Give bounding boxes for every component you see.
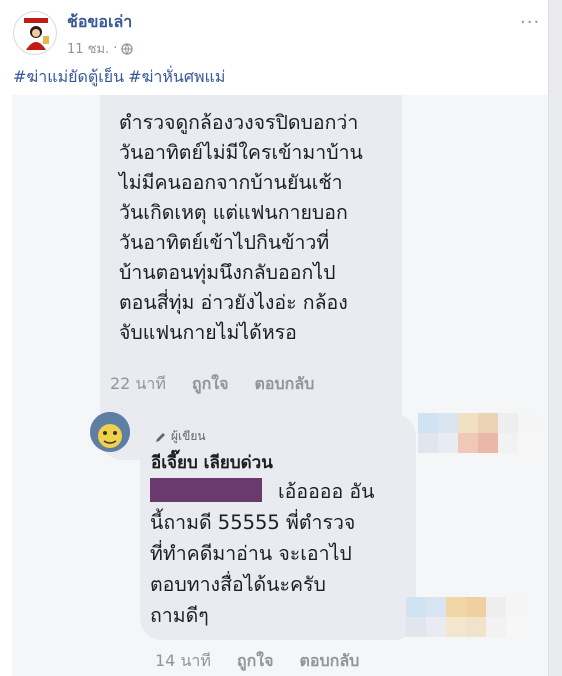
hashtags: #ฆ่าแม่ยัดตู้เย็น #ฆ่าหั่นศพแม่ — [13, 65, 229, 90]
comment-line: วันเกิดเหตุ แต่แฟนกายบอก — [119, 201, 348, 224]
reply-line: เอ้ออออ อัน — [278, 480, 375, 503]
page-name[interactable]: ช้อขอเล่า — [67, 10, 132, 35]
comment-line: ตอนสี่ทุ่ม อ่าวยังไงอ่ะ กล้อง — [119, 291, 348, 314]
reply-author[interactable]: อีเจี๊ยบ เลียบด่วน — [151, 449, 273, 476]
blurred-reactions — [418, 413, 538, 453]
reply-line: นี้ถามดี 55555 พี่ตำรวจ — [150, 511, 356, 534]
comment-screenshot: ตำรวจดูกล้องวงจรปิดบอกว่า วันอาทิตย์ไม่ม… — [12, 95, 548, 676]
author-badge-label: ผู้เขียน — [171, 429, 206, 443]
post-meta: 11 ชม. · — [67, 38, 133, 59]
author-badge: ผู้เขียน — [155, 427, 206, 446]
reply-line: ถามดีๆ — [150, 604, 209, 627]
comment-actions: 22 นาที ถูกใจ ตอบกลับ — [110, 372, 314, 397]
page-logo — [24, 18, 49, 50]
post-time[interactable]: 11 ชม. — [67, 38, 109, 59]
comment-line: วันอาทิตย์เข้าไปกินข้าวที่ — [119, 231, 330, 254]
hashtag[interactable]: #ฆ่าแม่ยัดตู้เย็น — [13, 67, 124, 86]
comment-line: จับแฟนกายไม่ได้หรอ — [119, 321, 297, 344]
blurred-reactions — [406, 597, 531, 637]
reply-avatar[interactable] — [90, 412, 130, 452]
post-card: ช้อขอเล่า 11 ชม. · ··· #ฆ่าแม่ยัดตู้เย็น… — [0, 0, 549, 676]
comment-line: ตำรวจดูกล้องวงจรปิดบอกว่า — [119, 111, 359, 134]
comment-line: ไม่มีคนออกจากบ้านยันเช้า — [119, 171, 343, 194]
avatar — [90, 412, 130, 452]
reply-line: ตอบทางสื่อได้นะครับ — [150, 573, 326, 596]
comment-line: บ้านตอนทุ่มนึงกลับออกไป — [119, 261, 336, 284]
reply-time[interactable]: 14 นาที — [155, 649, 211, 674]
comment-text: ตำรวจดูกล้องวงจรปิดบอกว่า วันอาทิตย์ไม่ม… — [119, 108, 404, 348]
comment-time[interactable]: 22 นาที — [110, 372, 166, 397]
pencil-icon — [156, 432, 165, 442]
globe-icon — [121, 42, 133, 55]
page-avatar[interactable] — [13, 11, 57, 55]
comment-line: วันอาทิตย์ไม่มีใครเข้ามาบ้าน — [119, 141, 363, 164]
hashtag[interactable]: #ฆ่าหั่นศพแม่ — [128, 67, 225, 86]
reply-actions: 14 นาที ถูกใจ ตอบกลับ — [155, 649, 359, 674]
more-icon[interactable]: ··· — [520, 12, 540, 33]
reply-line: ที่ทำคดีมาอ่าน จะเอาไป — [150, 542, 352, 565]
reply-text: เอ้ออออ อัน นี้ถามดี 55555 พี่ตำรวจ ที่ท… — [150, 476, 420, 631]
like-button[interactable]: ถูกใจ — [237, 649, 274, 674]
meta-separator: · — [113, 41, 118, 56]
reply-button[interactable]: ตอบกลับ — [254, 372, 314, 397]
reply-button[interactable]: ตอบกลับ — [299, 649, 359, 674]
like-button[interactable]: ถูกใจ — [192, 372, 229, 397]
